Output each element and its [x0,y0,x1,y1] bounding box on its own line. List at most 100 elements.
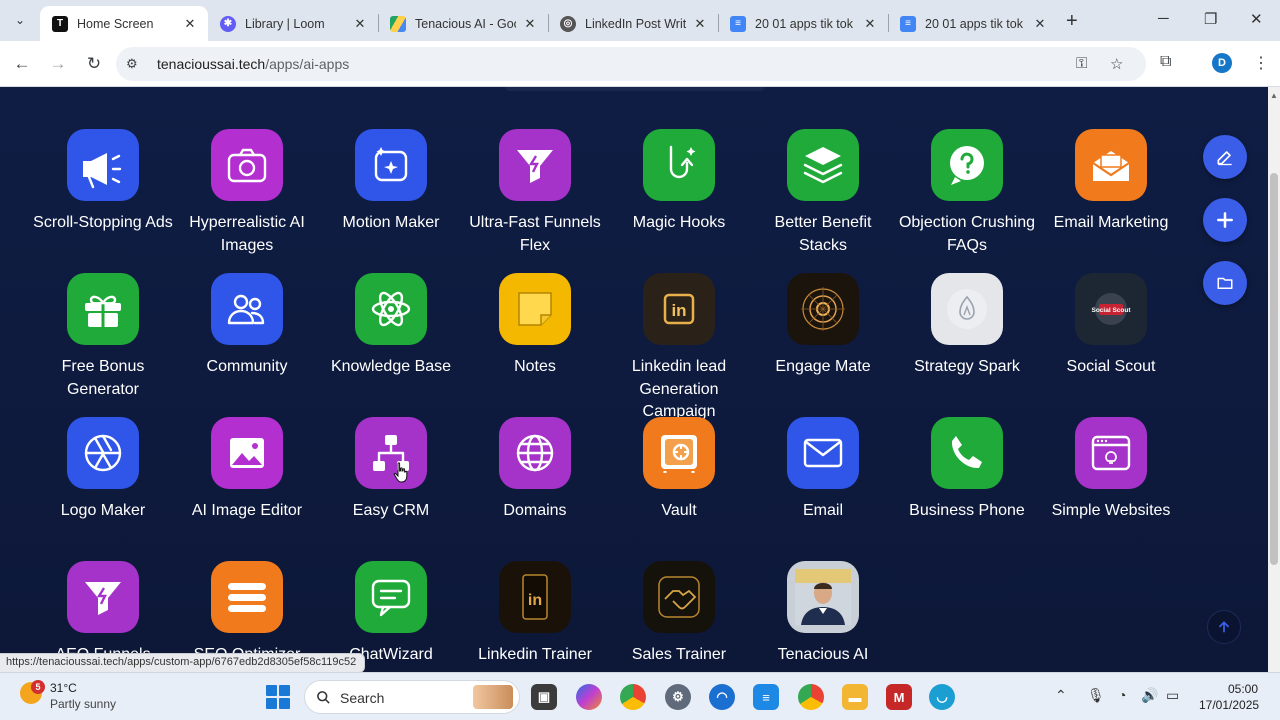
app-tile-motion-maker[interactable]: Motion Maker [319,129,463,235]
scroll-up-arrow-icon[interactable]: ▲ [1270,91,1278,100]
close-window-icon[interactable]: ✕ [1250,10,1263,28]
app-tile-social-scout[interactable]: Social Scout Social Scout [1039,273,1183,379]
app-tile-free-bonus-generator[interactable]: Free Bonus Generator [31,273,175,401]
password-key-icon[interactable]: ⚿ [1076,55,1087,72]
tab-close-icon[interactable]: ✕ [522,16,538,32]
app-tile-engage-mate[interactable]: Engage Mate [751,273,895,379]
clock-date[interactable]: 17/01/2025 [1199,698,1259,712]
copilot-icon[interactable] [576,684,602,710]
app-tile-ai-image-editor[interactable]: AI Image Editor [175,417,319,523]
hierarchy-icon [355,417,427,489]
tray-chevron-icon[interactable]: ⌃ [1055,687,1067,704]
back-icon[interactable]: ← [9,51,35,77]
minimize-icon[interactable]: ─ [1158,10,1169,27]
app-tile-seo-optimizer[interactable]: SEO Optimizer [175,561,319,667]
task-view-icon[interactable]: ▣ [531,684,557,710]
app-tile-knowledge-base[interactable]: Knowledge Base [319,273,463,379]
app-tile-linkedin-lead-generation-campaign[interactable]: in Linkedin lead Generation Campaign [607,273,751,424]
taskbar-search-box[interactable]: Search [304,680,520,714]
edit-fab-button[interactable] [1203,135,1247,179]
reload-icon[interactable]: ↻ [81,51,107,77]
app-tile-logo-maker[interactable]: Logo Maker [31,417,175,523]
edge-icon[interactable]: ◠ [709,684,735,710]
plus-icon [1217,212,1233,228]
profile-avatar[interactable]: D [1212,53,1232,73]
app-tile-objection-crushing-faqs[interactable]: Objection Crushing FAQs [895,129,1039,257]
app-tile-sales-trainer[interactable]: Sales Trainer [607,561,751,667]
forward-icon[interactable]: → [45,51,71,77]
app-tile-strategy-spark[interactable]: Strategy Spark [895,273,1039,379]
weather-temperature[interactable]: 31°C [50,681,77,695]
notepad-icon[interactable]: ≡ [753,684,779,710]
file-explorer-icon[interactable]: ▬ [842,684,868,710]
weather-badge: 5 [31,680,45,694]
app-tile-better-benefit-stacks[interactable]: Better Benefit Stacks [751,129,895,257]
app-tile-linkedin-trainer[interactable]: in Linkedin Trainer [463,561,607,667]
search-placeholder: Search [340,690,385,706]
app-tile-magic-hooks[interactable]: Magic Hooks [607,129,751,235]
folder-fab-button[interactable] [1203,261,1247,305]
app-label: Domains [503,502,567,519]
browser-window-icon [1075,417,1147,489]
app-tile-tenacious-ai[interactable]: Tenacious AI [751,561,895,667]
tab-search-button[interactable]: ⌄ [8,8,32,32]
chrome-icon[interactable] [620,684,646,710]
tab-loom[interactable]: ✱ Library | Loom ✕ [208,6,378,41]
tab-close-icon[interactable]: ✕ [1032,16,1048,32]
tab-google-drive[interactable]: Tenacious AI - Goo ✕ [378,6,548,41]
tab-linkedin-post[interactable]: ◎ LinkedIn Post Writ ✕ [548,6,718,41]
app-label: Ultra-Fast Funnels Flex [469,214,601,254]
app-tile-aeo-funnels[interactable]: AEO Funnels [31,561,175,667]
app-tile-email[interactable]: Email [751,417,895,523]
app-tile-vault[interactable]: Vault [607,417,751,523]
weather-description[interactable]: Partly sunny [50,697,116,711]
app-tile-easy-crm[interactable]: Easy CRM [319,417,463,523]
app-tile-domains[interactable]: Domains [463,417,607,523]
app-tile-business-phone[interactable]: Business Phone [895,417,1039,523]
tab-close-icon[interactable]: ✕ [692,16,708,32]
site-info-icon[interactable]: ⚙ [126,56,138,72]
tab-google-doc-1[interactable]: ≡ 20 01 apps tik tok ✕ [718,6,888,41]
svg-text:in: in [671,301,686,320]
microphone-icon[interactable]: 🎙 [1087,687,1105,704]
app-label: Motion Maker [342,214,440,231]
tab-close-icon[interactable]: ✕ [352,16,368,32]
app-label: Engage Mate [775,358,871,375]
add-fab-button[interactable] [1203,198,1247,242]
app-tile-email-marketing[interactable]: Email Marketing [1039,129,1183,235]
restore-icon[interactable]: ❐ [1204,10,1217,28]
wifi-icon[interactable]: ◔ [1118,687,1126,703]
tab-close-icon[interactable]: ✕ [182,16,198,32]
app-tile-scroll-stopping-ads[interactable]: Scroll-Stopping Ads [31,129,175,235]
tenacious-favicon-icon: T [52,15,68,32]
app-tile-notes[interactable]: Notes [463,273,607,379]
address-bar[interactable]: ⚙ tenacioussai.tech/apps/ai-apps ⚿ ☆ [116,47,1146,81]
mcafee-icon[interactable]: M [886,684,912,710]
new-tab-button[interactable]: + [1066,10,1078,33]
volume-icon[interactable]: 🔊 [1141,687,1158,704]
edge-browser-icon[interactable]: ◡ [929,684,955,710]
app-tile-community[interactable]: Community [175,273,319,379]
url-text: tenacioussai.tech/apps/ai-apps [157,56,349,72]
battery-icon[interactable]: ▭ [1166,687,1179,704]
app-tile-chatwizard[interactable]: ChatWizard [319,561,463,667]
scrollbar-thumb[interactable] [1270,173,1278,565]
bookmark-star-icon[interactable]: ☆ [1110,55,1123,73]
scroll-to-top-button[interactable] [1207,610,1241,644]
chrome-profile-icon[interactable] [798,684,824,710]
start-windows-icon[interactable] [266,685,290,709]
app-label: Business Phone [909,502,1025,519]
vault-icon [643,417,715,489]
browser-menu-icon[interactable]: ⋮ [1253,53,1269,73]
app-tile-ultra-fast-funnels-flex[interactable]: Ultra-Fast Funnels Flex [463,129,607,257]
app-tile-simple-websites[interactable]: Simple Websites [1039,417,1183,523]
clock-time[interactable]: 05:00 [1228,682,1258,696]
person-photo-icon [787,561,859,633]
app-tile-hyperrealistic-ai-images[interactable]: Hyperrealistic AI Images [175,129,319,257]
extensions-icon[interactable]: ⧉ [1160,53,1171,71]
tab-google-doc-2[interactable]: ≡ 20 01 apps tik tok ✕ [888,6,1058,41]
tab-home-screen[interactable]: T Home Screen ✕ [40,6,208,41]
settings-gear-icon[interactable]: ⚙ [665,684,691,710]
tab-close-icon[interactable]: ✕ [862,16,878,32]
app-label: Vault [661,502,697,519]
